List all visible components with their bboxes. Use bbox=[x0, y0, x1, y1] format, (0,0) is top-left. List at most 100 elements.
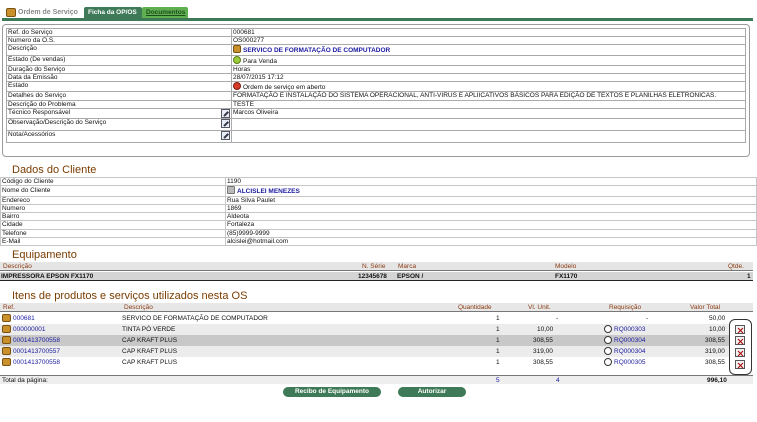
row-label: Numero da O.S. bbox=[6, 36, 232, 46]
row-label: Nome do Cliente bbox=[0, 185, 226, 197]
table-row: E-Mail alcislei@hotmail.com bbox=[0, 237, 757, 247]
table-row: Numero da O.S. OS000277 bbox=[6, 36, 746, 46]
item-vl-unit: 308,55 bbox=[533, 337, 553, 344]
client-name-link[interactable]: ALCISLEI MENEZES bbox=[237, 188, 300, 195]
row-value: Aldeota bbox=[225, 212, 757, 222]
col-quantidade: Quantidade bbox=[458, 304, 492, 311]
table-row: 000000001 TINTA PÓ VERDE 1 10,00 RQ00030… bbox=[0, 324, 729, 335]
row-value: OS000277 bbox=[231, 36, 746, 46]
row-value: 000681 bbox=[231, 27, 746, 38]
table-row: Nota/Acessórios bbox=[6, 129, 746, 143]
item-valor-total: 308,55 bbox=[705, 359, 725, 366]
col-descricao: Descrição bbox=[3, 263, 32, 270]
row-value: 1190 bbox=[225, 176, 757, 187]
edit-pencil-icon[interactable] bbox=[221, 108, 230, 118]
row-value: Marcos Oliveira bbox=[231, 107, 746, 119]
col-marca: Marca bbox=[398, 263, 417, 270]
item-descricao: CAP KRAFT PLUS bbox=[122, 359, 178, 366]
col-serie: N. Série bbox=[362, 263, 386, 270]
item-valor-total: 50,00 bbox=[709, 315, 726, 322]
row-label: Ref. do Serviço bbox=[6, 27, 232, 38]
row-value: Ordem de serviço em aberto bbox=[243, 84, 326, 92]
item-requisicao-link[interactable]: RQ000303 bbox=[614, 326, 645, 333]
item-valor-total: 319,00 bbox=[705, 348, 725, 355]
autorizar-button[interactable]: Autorizar bbox=[398, 387, 466, 397]
item-ref-link[interactable]: 0001413700557 bbox=[13, 348, 60, 355]
service-box-icon bbox=[6, 8, 16, 17]
table-row: 0001413700558 CAP KRAFT PLUS 1 308,55 RQ… bbox=[0, 335, 729, 346]
page-total-row: Total da página: 5 4 996,10 bbox=[0, 375, 753, 384]
tab-ficha[interactable]: Ficha da OP/OS bbox=[84, 7, 142, 18]
breadcrumb: Ordem de Serviço bbox=[18, 9, 78, 16]
item-quantidade: 1 bbox=[496, 348, 500, 355]
item-requisicao-link[interactable]: RQ000304 bbox=[614, 348, 645, 355]
item-ref-link[interactable]: 0001413700558 bbox=[13, 359, 60, 366]
total-valor: 996,10 bbox=[707, 377, 727, 384]
table-row: Cidade Fortaleza bbox=[0, 220, 757, 230]
os-details-table: Ref. do Serviço 000681 Numero da O.S. OS… bbox=[6, 27, 746, 143]
item-vl-unit: 319,00 bbox=[533, 348, 553, 355]
row-value: FORMATAÇÃO E INSTALAÇÃO DO SISTEMA OPERA… bbox=[231, 91, 746, 101]
item-descricao: CAP KRAFT PLUS bbox=[122, 337, 178, 344]
delete-item-button[interactable] bbox=[735, 360, 745, 369]
col-requisicao: Requisição bbox=[609, 304, 642, 311]
equipment-header-row: Descrição N. Série Marca Modelo Qtde. bbox=[0, 262, 753, 271]
os-details-panel: Ref. do Serviço 000681 Numero da O.S. OS… bbox=[2, 24, 750, 157]
row-label: Descrição bbox=[6, 44, 232, 56]
row-label: Nota/Acessórios bbox=[8, 130, 56, 138]
equipment-row: IMPRESSORA EPSON FX1170 12345678 EPSON /… bbox=[0, 272, 753, 281]
equipment-qtde: 1 bbox=[747, 273, 751, 280]
delete-item-button[interactable] bbox=[735, 325, 745, 334]
requisition-clock-icon bbox=[604, 336, 612, 344]
row-value: Rua Silva Paulet bbox=[225, 195, 757, 205]
row-label: Código do Cliente bbox=[0, 176, 226, 187]
service-description-link[interactable]: SERVICO DE FORMATAÇÃO DE COMPUTADOR bbox=[243, 47, 390, 54]
item-requisicao-link[interactable]: RQ000305 bbox=[614, 359, 645, 366]
row-label: Duração do Serviço bbox=[6, 64, 232, 75]
product-box-icon bbox=[2, 358, 11, 366]
row-value: Para Venda bbox=[243, 57, 277, 65]
tab-documentos[interactable]: Documentos bbox=[142, 7, 188, 18]
row-label: Técnico Responsável bbox=[8, 108, 71, 116]
row-label: Cidade bbox=[0, 220, 226, 230]
item-quantidade: 1 bbox=[496, 337, 500, 344]
table-row: Estado Ordem de serviço em aberto bbox=[6, 81, 746, 93]
item-requisicao-link[interactable]: RQ000304 bbox=[614, 337, 645, 344]
item-quantidade: 1 bbox=[496, 359, 500, 366]
row-value bbox=[231, 117, 746, 131]
equipment-descricao: IMPRESSORA EPSON FX1170 bbox=[1, 273, 94, 280]
delete-item-button[interactable] bbox=[735, 348, 745, 357]
col-vl-unit: Vl. Unit. bbox=[528, 304, 551, 311]
recibo-equipamento-button[interactable]: Recibo de Equipamento bbox=[283, 387, 381, 397]
table-row: Numero 1869 bbox=[0, 203, 757, 214]
table-row: Descrição do Problema TESTE bbox=[6, 99, 746, 109]
service-box-icon bbox=[233, 45, 241, 54]
edit-pencil-icon[interactable] bbox=[221, 130, 230, 140]
row-value: Fortaleza bbox=[225, 220, 757, 230]
open-status-icon bbox=[233, 82, 241, 91]
table-row: 0001413700558 CAP KRAFT PLUS 1 308,55 RQ… bbox=[0, 357, 729, 368]
product-box-icon bbox=[2, 314, 11, 322]
delete-item-button[interactable] bbox=[735, 336, 745, 345]
row-label: Observação/Descrição do Serviço bbox=[8, 118, 107, 126]
table-row: Descrição SERVICO DE FORMATAÇÃO DE COMPU… bbox=[6, 44, 746, 56]
row-label: Telefone bbox=[0, 228, 226, 239]
row-value bbox=[231, 129, 746, 143]
row-value: 28/07/2015 17:12 bbox=[231, 73, 746, 83]
item-quantidade: 1 bbox=[496, 326, 500, 333]
table-row: Estado (De vendas) Para Venda bbox=[6, 54, 746, 66]
for-sale-status-icon bbox=[233, 55, 241, 64]
edit-pencil-icon[interactable] bbox=[221, 118, 230, 128]
equipment-section-title: Equipamento bbox=[12, 249, 77, 261]
header-divider bbox=[2, 18, 753, 21]
item-ref-link[interactable]: 0001413700558 bbox=[13, 337, 60, 344]
items-header-row: Ref. Descrição Quantidade Vl. Unit. Requ… bbox=[0, 303, 753, 312]
table-row: Detalhes do Serviço FORMATAÇÃO E INSTALA… bbox=[6, 91, 746, 101]
item-vl-unit: 308,55 bbox=[533, 359, 553, 366]
item-ref-link[interactable]: 000681 bbox=[13, 315, 35, 322]
product-box-icon bbox=[2, 325, 11, 333]
col-ref: Ref. bbox=[3, 304, 15, 311]
item-descricao: CAP KRAFT PLUS bbox=[122, 348, 178, 355]
item-ref-link[interactable]: 000000001 bbox=[13, 326, 46, 333]
item-vl-unit: 10,00 bbox=[537, 326, 554, 333]
